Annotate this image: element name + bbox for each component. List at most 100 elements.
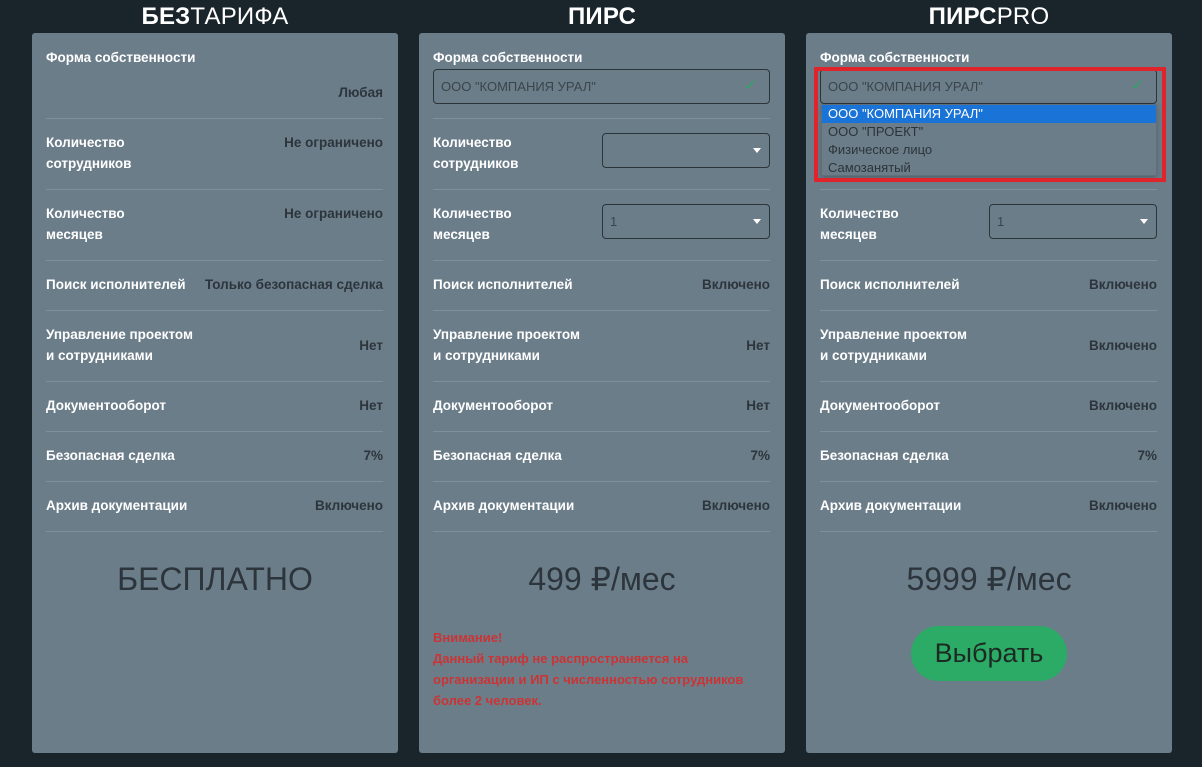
row-label-line: сотрудников	[46, 156, 132, 171]
row-months: Количество месяцев 1	[820, 190, 1157, 261]
row-ownership: Форма собственности Любая	[46, 47, 383, 119]
row-value: Включено	[701, 277, 770, 292]
row-label: Поиск исполнителей	[433, 277, 573, 292]
plan-card-pirs: Форма собственности ООО "КОМПАНИЯ УРАЛ" …	[419, 33, 785, 753]
row-label: Поиск исполнителей	[820, 277, 960, 292]
row-label-line: Количество	[46, 206, 125, 221]
row-value: Включено	[1088, 338, 1157, 353]
row-deal: Безопасная сделка 7%	[433, 432, 770, 482]
plan-title-pirs-pro: ПИРСPRO	[806, 2, 1172, 32]
row-value: 7%	[750, 448, 770, 463]
row-label: Форма собственности	[46, 50, 196, 65]
row-search: Поиск исполнителей Включено	[433, 261, 770, 311]
row-label-line: и сотрудниками	[433, 348, 540, 363]
select-value: ООО "КОМПАНИЯ УРАЛ"	[441, 79, 596, 94]
row-label: Количество сотрудников	[46, 132, 131, 174]
select-value: 1	[610, 214, 618, 229]
row-label: Архив документации	[46, 498, 188, 513]
plan-title-light: PRO	[996, 3, 1050, 30]
row-label-line: Количество	[46, 135, 125, 150]
row-label-line: Управление проектом	[46, 327, 193, 342]
row-value: Нет	[359, 398, 383, 413]
chevron-down-icon	[753, 219, 761, 224]
plan-price: 5999 ₽/мес	[906, 561, 1072, 597]
row-deal: Безопасная сделка 7%	[820, 432, 1157, 482]
row-label-line: Управление проектом	[433, 327, 580, 342]
row-label: Архив документации	[433, 498, 575, 513]
row-deal: Безопасная сделка 7%	[46, 432, 383, 482]
row-docs: Документооборот Нет	[433, 382, 770, 432]
row-value: Включено	[1088, 277, 1157, 292]
row-label: Количество месяцев	[46, 203, 125, 245]
row-label-line: Количество	[820, 206, 899, 221]
row-label: Безопасная сделка	[433, 448, 562, 463]
row-label: Управление проектом и сотрудниками	[820, 324, 967, 366]
row-label: Форма собственности	[433, 50, 583, 65]
row-label: Количество месяцев	[433, 203, 512, 245]
choose-plan-button[interactable]: Выбрать	[911, 626, 1067, 681]
row-label: Документооборот	[433, 398, 554, 413]
row-project: Управление проектом и сотрудниками Включ…	[820, 311, 1157, 382]
plan-title-pirs: ПИРС	[419, 2, 785, 32]
chevron-down-icon	[1140, 219, 1148, 224]
row-archive: Архив документации Включено	[433, 482, 770, 532]
warning-title: Внимание!	[433, 630, 503, 645]
row-project: Управление проектом и сотрудниками Нет	[46, 311, 383, 382]
ownership-select[interactable]: ООО "КОМПАНИЯ УРАЛ" ✓	[433, 69, 770, 104]
row-value: Нет	[746, 338, 770, 353]
row-value: Любая	[338, 85, 383, 100]
row-docs: Документооборот Включено	[820, 382, 1157, 432]
row-ownership: Форма собственности ООО "КОМПАНИЯ УРАЛ" …	[433, 47, 770, 119]
check-icon: ✓	[744, 77, 757, 94]
row-label: Поиск исполнителей	[46, 277, 186, 292]
row-label-line: месяцев	[820, 227, 877, 242]
row-label-line: месяцев	[433, 227, 490, 242]
row-label-line: месяцев	[46, 227, 103, 242]
row-archive: Архив документации Включено	[820, 482, 1157, 532]
row-search: Поиск исполнителей Только безопасная сде…	[46, 261, 383, 311]
row-value: Не ограничено	[284, 135, 383, 150]
warning-text: Данный тариф не распространяется на орга…	[433, 651, 744, 708]
row-months: Количество месяцев 1	[433, 190, 770, 261]
row-docs: Документооборот Нет	[46, 382, 383, 432]
row-label-line: и сотрудниками	[820, 348, 927, 363]
row-value: Включено	[1088, 398, 1157, 413]
row-value: Не ограничено	[284, 206, 383, 221]
row-value: Нет	[359, 338, 383, 353]
annotation-highlight-box	[814, 67, 1166, 182]
row-employees: Количество сотрудников	[433, 119, 770, 190]
row-label: Документооборот	[46, 398, 167, 413]
row-months: Количество месяцев Не ограничено	[46, 190, 383, 261]
employees-select[interactable]	[602, 133, 770, 168]
plan-price: БЕСПЛАТНО	[117, 561, 313, 597]
plan-title-light: ТАРИФА	[190, 3, 289, 30]
row-label-line: Количество	[433, 135, 512, 150]
row-value: 7%	[1137, 448, 1157, 463]
row-label: Управление проектом и сотрудниками	[433, 324, 580, 366]
row-value: Нет	[746, 398, 770, 413]
row-project: Управление проектом и сотрудниками Нет	[433, 311, 770, 382]
select-value: 1	[997, 214, 1005, 229]
plan-title-bold: ПИРС	[567, 3, 637, 30]
row-label: Безопасная сделка	[46, 448, 175, 463]
plan-title-bez-tarifa: БЕЗТАРИФА	[32, 2, 398, 32]
months-select[interactable]: 1	[989, 204, 1157, 239]
plan-warning: Внимание! Данный тариф не распространяет…	[433, 627, 773, 711]
row-label-line: сотрудников	[433, 156, 519, 171]
plan-title-bold: ПИРС	[928, 3, 997, 30]
plan-price: 499 ₽/мес	[528, 561, 676, 597]
row-employees: Количество сотрудников Не ограничено	[46, 119, 383, 190]
row-label: Количество сотрудников	[433, 132, 518, 174]
pricing-page: БЕЗТАРИФА ПИРС ПИРСPRO Форма собственнос…	[0, 0, 1202, 767]
row-value: Только безопасная сделка	[204, 277, 383, 292]
row-value: 7%	[363, 448, 383, 463]
row-value: Включено	[701, 498, 770, 513]
chevron-down-icon	[753, 148, 761, 153]
row-label: Архив документации	[820, 498, 962, 513]
row-value: Включено	[314, 498, 383, 513]
row-value: Включено	[1088, 498, 1157, 513]
months-select[interactable]: 1	[602, 204, 770, 239]
row-search: Поиск исполнителей Включено	[820, 261, 1157, 311]
plan-card-free: Форма собственности Любая Количество сот…	[32, 33, 398, 753]
row-label-line: и сотрудниками	[46, 348, 153, 363]
